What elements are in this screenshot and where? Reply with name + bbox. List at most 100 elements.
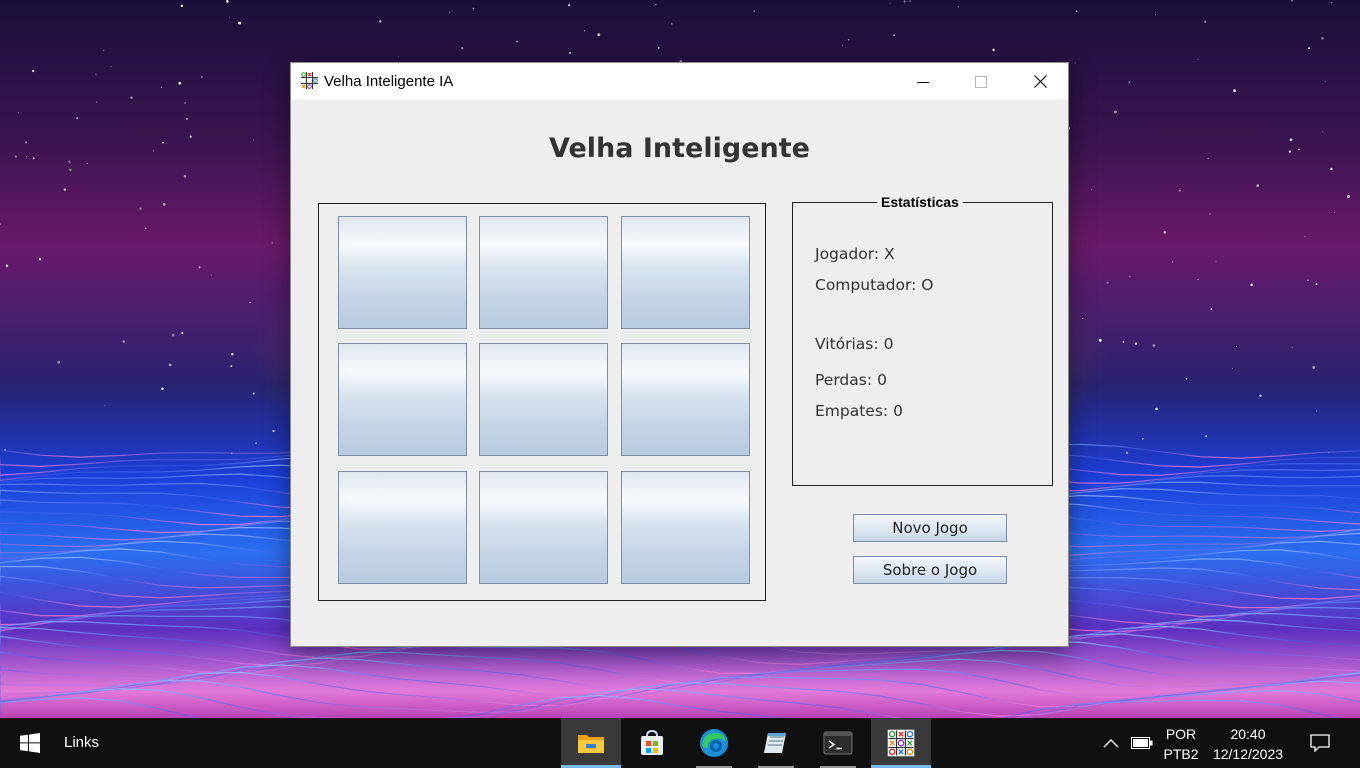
wave-line xyxy=(0,664,1360,700)
star-dot xyxy=(1209,213,1211,215)
star-dot xyxy=(1155,13,1157,15)
star-dot xyxy=(63,188,66,191)
links-toolbar[interactable]: Links xyxy=(64,734,99,751)
input-language-indicator[interactable]: POR PTB2 xyxy=(1161,724,1201,764)
star-dot xyxy=(152,150,154,152)
star-dot xyxy=(228,16,230,18)
star-dot xyxy=(1307,279,1309,281)
star-dot xyxy=(5,264,9,267)
minimize-button[interactable] xyxy=(894,63,952,100)
star-dot xyxy=(568,4,571,7)
new-game-button[interactable]: Novo Jogo xyxy=(853,514,1007,542)
star-dot xyxy=(26,155,28,157)
star-dot xyxy=(1134,342,1138,345)
star-dot xyxy=(139,207,142,210)
taskbar-edge[interactable] xyxy=(684,718,744,768)
star-dot xyxy=(1232,367,1234,369)
app-window: Velha Inteligente IA Velha Inteligente E… xyxy=(290,62,1069,647)
star-dot xyxy=(122,340,126,343)
wave-line xyxy=(0,671,1360,708)
star-dot xyxy=(1129,275,1131,277)
star-dot xyxy=(272,430,275,433)
star-dot xyxy=(1163,231,1167,234)
star-dot xyxy=(1081,317,1084,320)
board-cell-7[interactable] xyxy=(338,471,467,584)
star-dot xyxy=(1197,278,1199,281)
taskbar: Links POR PTB2 20:40 12/12/2023 xyxy=(0,718,1360,768)
board-cell-9[interactable] xyxy=(621,471,750,584)
taskbar-microsoft-store[interactable] xyxy=(622,718,682,768)
tic-tac-toe-app-icon xyxy=(887,729,915,757)
star-dot xyxy=(516,40,518,43)
wave-line xyxy=(0,657,1360,692)
taskbar-clock[interactable]: 20:40 12/12/2023 xyxy=(1206,724,1290,764)
star-dot xyxy=(185,117,189,120)
star-dot xyxy=(842,45,844,47)
star-dot xyxy=(889,3,891,5)
statistics-panel: Estatísticas Jogador: X Computador: O Vitó… xyxy=(792,194,1053,486)
maximize-button[interactable] xyxy=(952,63,1010,100)
show-hidden-icons-button[interactable] xyxy=(1100,718,1122,768)
edge-browser-icon xyxy=(700,729,728,757)
star-dot xyxy=(957,6,959,8)
star-dot xyxy=(1178,189,1181,192)
star-dot xyxy=(1205,435,1207,437)
close-icon xyxy=(1033,75,1047,88)
about-game-button[interactable]: Sobre o Jogo xyxy=(853,556,1007,584)
game-board xyxy=(318,203,766,601)
board-cell-2[interactable] xyxy=(479,216,608,329)
star-dot xyxy=(110,65,112,67)
wins-value: 0 xyxy=(883,335,894,353)
board-cell-1[interactable] xyxy=(338,216,467,329)
start-button[interactable] xyxy=(0,718,60,768)
star-dot xyxy=(909,0,911,2)
star-dot xyxy=(171,333,175,337)
star-dot xyxy=(161,387,164,391)
star-dot xyxy=(992,48,995,52)
star-dot xyxy=(180,4,184,8)
notification-center-button[interactable] xyxy=(1300,718,1340,768)
wins-label: Vitórias: xyxy=(815,335,879,353)
star-dot xyxy=(104,404,106,406)
star-dot xyxy=(14,155,17,158)
taskbar-file-explorer[interactable] xyxy=(561,718,621,768)
battery-tray-button[interactable] xyxy=(1128,718,1156,768)
star-dot xyxy=(198,266,201,269)
board-cell-4[interactable] xyxy=(338,343,467,456)
star-dot xyxy=(1204,20,1207,23)
star-dot xyxy=(1330,167,1333,171)
star-dot xyxy=(130,96,133,99)
star-dot xyxy=(1125,451,1129,455)
windows-logo-icon xyxy=(20,733,40,753)
board-cell-3[interactable] xyxy=(621,216,750,329)
star-dot xyxy=(657,46,660,49)
title-bar[interactable]: Velha Inteligente IA xyxy=(291,63,1068,100)
board-cell-5[interactable] xyxy=(479,343,608,456)
wave-line xyxy=(0,688,1360,718)
star-dot xyxy=(184,102,186,104)
star-dot xyxy=(1207,157,1209,160)
maximize-icon xyxy=(975,75,987,88)
board-cell-6[interactable] xyxy=(621,343,750,456)
star-dot xyxy=(255,442,257,444)
taskbar-terminal[interactable] xyxy=(808,718,868,768)
star-dot xyxy=(252,139,254,141)
player-value: X xyxy=(884,245,895,263)
star-dot xyxy=(1074,62,1076,64)
terminal-icon xyxy=(823,731,853,755)
computer-label: Computador: xyxy=(815,276,917,294)
star-dot xyxy=(144,227,147,230)
star-dot xyxy=(1259,394,1262,398)
star-dot xyxy=(379,20,382,23)
star-dot xyxy=(1185,377,1188,380)
star-dot xyxy=(1256,184,1260,187)
board-cell-8[interactable] xyxy=(479,471,608,584)
taskbar-velha-inteligente[interactable] xyxy=(871,718,931,768)
draws-stat: Empates: 0 xyxy=(815,402,903,420)
draws-label: Empates: xyxy=(815,402,889,420)
file-explorer-icon xyxy=(578,735,604,753)
close-button[interactable] xyxy=(1011,63,1069,100)
taskbar-notepad[interactable] xyxy=(746,718,806,768)
wave-line xyxy=(0,649,1360,684)
notification-icon xyxy=(1310,734,1330,752)
